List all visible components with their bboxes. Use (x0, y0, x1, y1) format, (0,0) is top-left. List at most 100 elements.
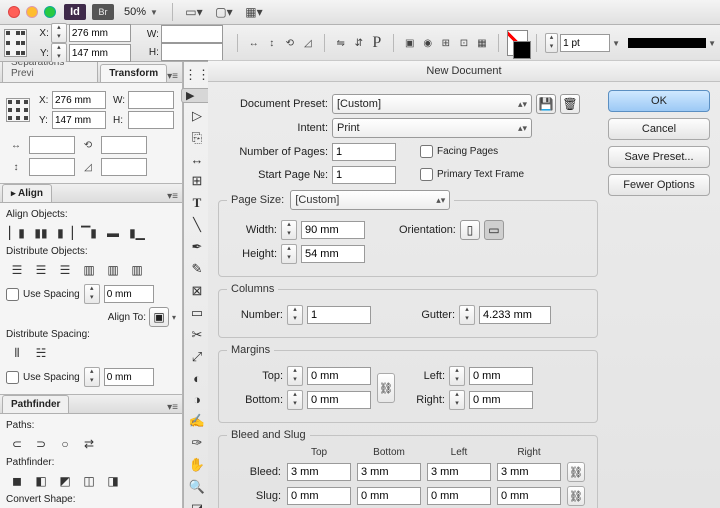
scale-y-icon[interactable]: ↕ (264, 33, 280, 53)
margin-left-field[interactable] (469, 367, 533, 385)
content-collector-icon[interactable]: ⊞ (185, 172, 209, 190)
dist-hcenter-icon[interactable]: ▥ (104, 262, 122, 278)
align-left-icon[interactable]: ▏▮ (8, 225, 26, 241)
bleed-top-field[interactable] (287, 463, 351, 481)
panel-x-field[interactable] (52, 91, 106, 109)
facing-pages-check[interactable] (420, 145, 433, 158)
save-preset-icon[interactable]: 💾 (536, 94, 556, 114)
direct-select-tool-icon[interactable]: ▷ (185, 107, 209, 125)
tab-separations[interactable]: Separations Previ (2, 62, 98, 82)
primary-text-check[interactable] (420, 168, 433, 181)
ref-point-icon[interactable] (6, 98, 30, 122)
dist-bottom-icon[interactable]: ☰ (56, 262, 74, 278)
rotate-icon[interactable]: ⟲ (78, 135, 98, 155)
scale-x-icon[interactable]: ↔ (6, 135, 26, 155)
transform-tool-icon[interactable]: ⤢ (185, 348, 209, 366)
align-to-icon[interactable]: ▣ (149, 307, 169, 327)
margin-right-field[interactable] (469, 391, 533, 409)
dist-vspace-icon[interactable]: ⫴ (8, 345, 26, 361)
arrange-docs-icon[interactable]: ▦▾ (243, 3, 265, 21)
dist-vcenter-icon[interactable]: ☰ (32, 262, 50, 278)
view-options-icon[interactable]: ▭▾ (183, 3, 205, 21)
height-field[interactable] (301, 245, 365, 263)
use-spacing-check[interactable] (6, 288, 19, 301)
link-bleed-icon[interactable]: ⛓ (567, 462, 585, 482)
align-right-icon[interactable]: ▮▕ (56, 225, 74, 241)
reference-point-icon[interactable] (4, 29, 27, 57)
tab-align[interactable]: ▸ Align (2, 184, 52, 202)
pencil-tool-icon[interactable]: ✎ (185, 260, 209, 278)
stroke-weight-field[interactable] (560, 34, 610, 52)
type-tool-icon[interactable]: T (185, 194, 209, 212)
fill-frame-icon[interactable]: ▦ (474, 33, 490, 53)
scale-x-icon[interactable]: ↔ (246, 33, 262, 53)
margin-top-field[interactable] (307, 367, 371, 385)
align-bottom-icon[interactable]: ▮▁ (128, 225, 146, 241)
intersect-icon[interactable]: ◩ (56, 473, 74, 489)
select-container-icon[interactable]: ▣ (402, 33, 418, 53)
bleed-bottom-field[interactable] (357, 463, 421, 481)
delete-preset-icon[interactable]: 🗑 (560, 94, 580, 114)
reverse-path-icon[interactable]: ⇄ (80, 436, 98, 452)
gradient-feather-icon[interactable]: ◑ (185, 391, 209, 408)
close-path-icon[interactable]: ○ (56, 436, 74, 452)
x-field[interactable] (69, 24, 131, 42)
pen-tool-icon[interactable]: ✒ (185, 238, 209, 256)
scale-y-icon[interactable]: ↕ (6, 157, 26, 177)
p-icon[interactable]: P (369, 33, 385, 53)
window-close-icon[interactable] (8, 6, 20, 18)
link-slug-icon[interactable]: ⛓ (567, 486, 585, 506)
fewer-options-button[interactable]: Fewer Options (608, 174, 710, 196)
panel-menu-icon[interactable]: ▾≡ (167, 402, 178, 413)
preset-select[interactable]: [Custom]▴▾ (332, 94, 532, 114)
dist-left-icon[interactable]: ▥ (80, 262, 98, 278)
gutter-field[interactable] (479, 306, 551, 324)
fill-stroke-swatch-icon[interactable] (507, 30, 528, 56)
shear-icon[interactable]: ◿ (78, 157, 98, 177)
hand-tool-icon[interactable]: ✋ (185, 456, 209, 474)
window-zoom-icon[interactable] (44, 6, 56, 18)
bleed-right-field[interactable] (497, 463, 561, 481)
margin-bottom-field[interactable] (307, 391, 371, 409)
use-spacing-check-2[interactable] (6, 371, 19, 384)
fill-stroke-toggle-icon[interactable]: ◪ (185, 500, 209, 508)
shear-icon[interactable]: ◿ (300, 33, 316, 53)
minus-back-icon[interactable]: ◨ (104, 473, 122, 489)
join-path-icon[interactable]: ⊂ (8, 436, 26, 452)
grip-icon[interactable]: ⋮⋮ (185, 66, 209, 84)
h-field[interactable] (161, 43, 223, 61)
line-tool-icon[interactable]: ╲ (185, 216, 209, 234)
fit-frame-icon[interactable]: ⊡ (456, 33, 472, 53)
note-tool-icon[interactable]: ✍ (185, 412, 209, 430)
panel-y-field[interactable] (52, 111, 106, 129)
orientation-landscape-icon[interactable]: ▭ (484, 220, 504, 240)
rotate-icon[interactable]: ⟲ (282, 33, 298, 53)
panel-w-field[interactable] (128, 91, 174, 109)
cancel-button[interactable]: Cancel (608, 118, 710, 140)
start-page-field[interactable] (332, 166, 396, 184)
scissors-tool-icon[interactable]: ✂ (185, 326, 209, 344)
width-field[interactable] (301, 221, 365, 239)
y-field[interactable] (69, 44, 131, 62)
panel-h-field[interactable] (128, 111, 174, 129)
columns-field[interactable] (307, 306, 371, 324)
w-field[interactable] (161, 25, 223, 43)
align-top-icon[interactable]: ▔▮ (80, 225, 98, 241)
zoom-value[interactable]: 50% (124, 6, 146, 18)
gradient-swatch-icon[interactable]: ◐ (185, 370, 209, 387)
align-hcenter-icon[interactable]: ▮▮ (32, 225, 50, 241)
gap-tool-icon[interactable]: ↔ (185, 151, 209, 168)
add-icon[interactable]: ◼ (8, 473, 26, 489)
flip-v-icon[interactable]: ⇵ (351, 33, 367, 53)
ok-button[interactable]: OK (608, 90, 710, 112)
slug-top-field[interactable] (287, 487, 351, 505)
dist-top-icon[interactable]: ☰ (8, 262, 26, 278)
slug-bottom-field[interactable] (357, 487, 421, 505)
dist-right-icon[interactable]: ▥ (128, 262, 146, 278)
panel-menu-icon[interactable]: ▾≡ (167, 71, 178, 82)
screen-mode-icon[interactable]: ▢▾ (213, 3, 235, 21)
dist-hspace-icon[interactable]: ☵ (32, 345, 50, 361)
align-vcenter-icon[interactable]: ▬ (104, 225, 122, 241)
orientation-portrait-icon[interactable]: ▯ (460, 220, 480, 240)
intent-select[interactable]: Print▴▾ (332, 118, 532, 138)
